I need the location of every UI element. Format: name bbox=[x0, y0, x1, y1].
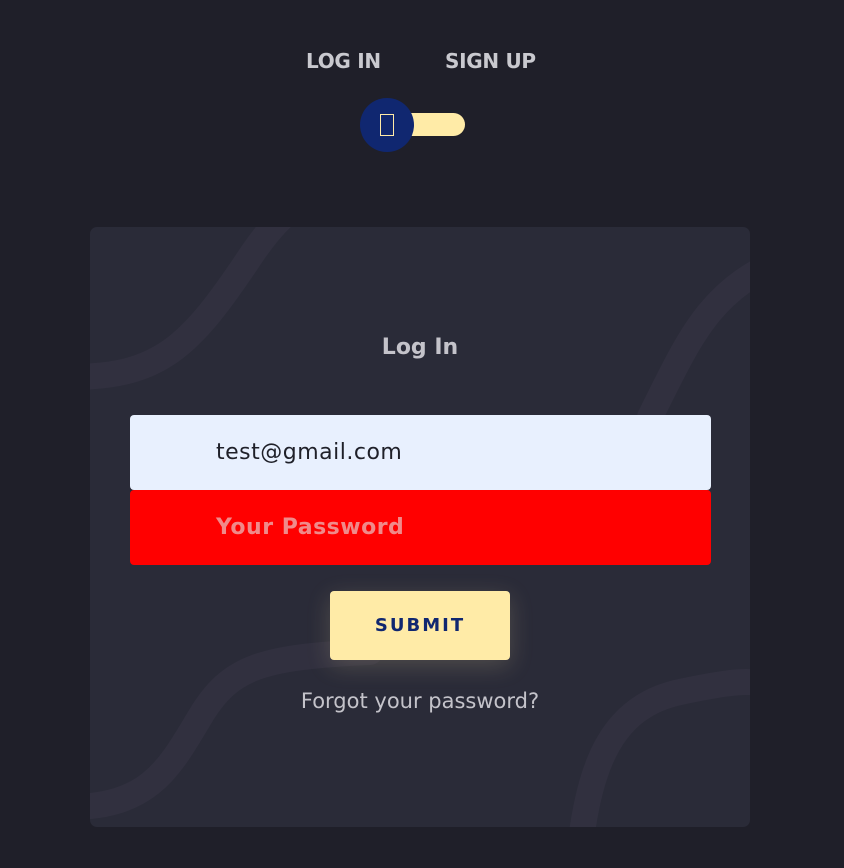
email-value: test@gmail.com bbox=[216, 440, 403, 465]
auth-mode-switch[interactable] bbox=[360, 98, 466, 152]
login-card: Log In test@gmail.com Your Password SUBM… bbox=[90, 227, 750, 827]
signup-mode-label[interactable]: SIGN UP bbox=[445, 46, 536, 76]
form-title: Log In bbox=[381, 335, 459, 360]
forgot-password-link[interactable]: Forgot your password? bbox=[90, 689, 750, 713]
switch-knob[interactable] bbox=[360, 98, 414, 152]
box-icon bbox=[380, 114, 394, 136]
auth-mode-labels: LOG IN SIGN UP bbox=[0, 46, 844, 76]
password-field[interactable]: Your Password bbox=[130, 490, 711, 565]
password-placeholder: Your Password bbox=[216, 515, 405, 540]
login-mode-label[interactable]: LOG IN bbox=[306, 46, 381, 76]
email-field[interactable]: test@gmail.com bbox=[130, 415, 711, 490]
submit-button[interactable]: SUBMIT bbox=[330, 591, 510, 660]
auth-page: LOG IN SIGN UP Log In test@gmail.com You… bbox=[0, 0, 844, 868]
